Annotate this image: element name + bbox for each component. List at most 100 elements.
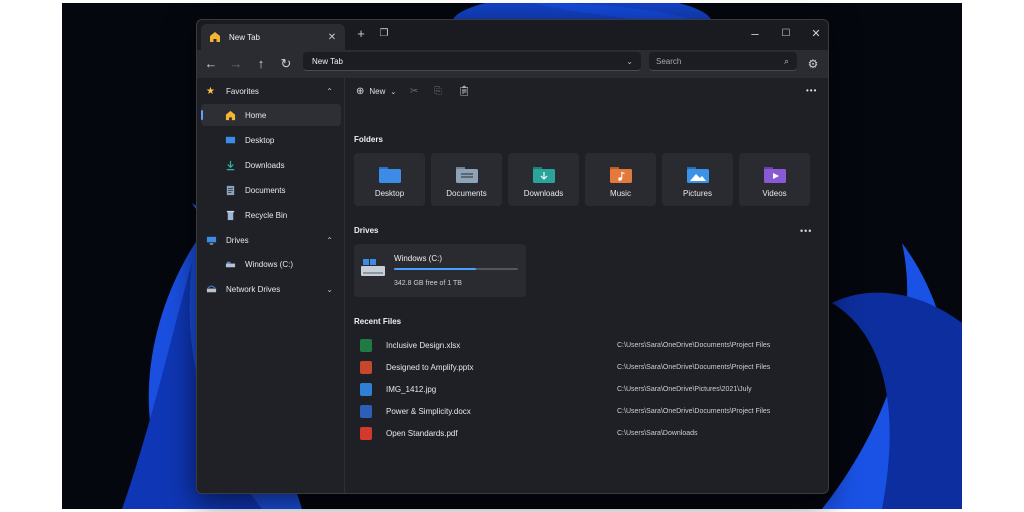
file-path: C:\Users\Sara\Downloads (617, 429, 698, 437)
recent-file-row[interactable]: Open Standards.pdf C:\Users\Sara\Downloa… (354, 423, 824, 443)
sidebar-item-windows-c[interactable]: Windows (C:) (201, 253, 341, 275)
sidebar-item-drives[interactable]: Drives ⌃ (201, 229, 341, 251)
folder-label: Music (610, 189, 631, 198)
refresh-button[interactable]: ↻ (278, 56, 294, 72)
sidebar-item-label: Documents (245, 185, 286, 195)
drives-heading: Drives (354, 226, 379, 235)
recycle-bin-icon (226, 210, 235, 220)
sidebar-item-recycle-bin[interactable]: Recycle Bin (201, 204, 341, 226)
folder-label: Pictures (683, 189, 712, 198)
file-name: Inclusive Design.xlsx (386, 340, 461, 350)
sidebar-item-network-drives[interactable]: Network Drives ⌄ (201, 278, 341, 300)
file-name: Open Standards.pdf (386, 428, 458, 438)
file-path: C:\Users\Sara\OneDrive\Documents\Project… (617, 341, 771, 349)
downloads-folder-icon (532, 167, 555, 183)
star-icon: ★ (206, 85, 215, 97)
chevron-down-icon[interactable]: ⌄ (626, 52, 633, 71)
pdf-file-icon (360, 426, 372, 440)
file-path: C:\Users\Sara\OneDrive\Pictures\2021\Jul… (617, 385, 752, 393)
up-button[interactable]: ↑ (253, 56, 269, 72)
sidebar: ★ Favorites ⌃ Home Desktop Downloads Doc… (197, 78, 345, 493)
forward-button[interactable]: → (228, 56, 244, 72)
sidebar-item-label: Network Drives (226, 284, 281, 294)
title-bar: New Tab ✕ + ❐ – ☐ ✕ (197, 20, 828, 50)
new-tab-button[interactable]: + (353, 26, 369, 42)
sidebar-item-label: Drives (226, 235, 249, 245)
folder-card-music[interactable]: Music (585, 153, 656, 206)
sidebar-item-label: Home (245, 110, 267, 120)
file-name: Designed to Amplify.pptx (386, 362, 474, 372)
folder-card-downloads[interactable]: Downloads (508, 153, 579, 206)
desktop-icon (225, 136, 236, 143)
tab-new-tab[interactable]: New Tab ✕ (201, 24, 345, 50)
sidebar-item-desktop[interactable]: Desktop (201, 129, 341, 151)
drive-icon (361, 259, 385, 276)
drive-name: Windows (C:) (394, 254, 443, 263)
gear-icon[interactable]: ⚙ (805, 56, 821, 72)
maximize-button[interactable]: ☐ (778, 26, 794, 42)
close-window-button[interactable]: ✕ (808, 26, 824, 42)
more-options-icon[interactable]: ••• (806, 86, 817, 95)
sidebar-item-home[interactable]: Home (201, 104, 341, 126)
sidebar-item-downloads[interactable]: Downloads (201, 154, 341, 176)
copy-icon[interactable]: ⎘ (434, 86, 442, 97)
recent-file-row[interactable]: Inclusive Design.xlsx C:\Users\Sara\OneD… (354, 335, 824, 355)
drive-free-space: 342.8 GB free of 1 TB (394, 280, 462, 287)
sidebar-item-label: Favorites (226, 86, 259, 96)
home-icon (210, 32, 220, 42)
minimize-button[interactable]: – (747, 26, 763, 42)
address-bar[interactable]: New Tab ⌄ (303, 52, 641, 71)
powerpoint-file-icon (360, 360, 372, 374)
recent-files-heading: Recent Files (354, 317, 402, 326)
sidebar-item-label: Windows (C:) (245, 259, 294, 269)
chevron-down-icon[interactable]: ⌄ (326, 285, 333, 294)
music-folder-icon (609, 167, 632, 183)
document-icon (226, 185, 235, 195)
address-text: New Tab (312, 57, 343, 66)
toolbar: ⊕ New ⌄ ✂ ⎘ 📋︎ ••• (346, 78, 828, 108)
back-button[interactable]: ← (203, 56, 219, 72)
sidebar-item-documents[interactable]: Documents (201, 179, 341, 201)
folder-card-documents[interactable]: Documents (431, 153, 502, 206)
search-input[interactable]: Search ⌕ (649, 52, 797, 71)
cut-icon[interactable]: ✂ (410, 86, 418, 97)
folder-card-desktop[interactable]: Desktop (354, 153, 425, 206)
tab-overview-icon[interactable]: ❐ (376, 26, 392, 42)
home-icon (225, 110, 236, 120)
videos-folder-icon (763, 167, 786, 183)
pictures-folder-icon (686, 167, 709, 183)
search-placeholder: Search (656, 57, 682, 66)
drive-icon (225, 261, 236, 267)
tab-title: New Tab (229, 32, 260, 42)
sidebar-item-favorites[interactable]: ★ Favorites ⌃ (201, 80, 341, 102)
folder-card-videos[interactable]: Videos (739, 153, 810, 206)
recent-file-row[interactable]: Designed to Amplify.pptx C:\Users\Sara\O… (354, 357, 824, 377)
main-content: ⊕ New ⌄ ✂ ⎘ 📋︎ ••• Folders Desktop Docum… (346, 78, 828, 493)
chevron-up-icon[interactable]: ⌃ (326, 87, 333, 96)
folder-label: Downloads (523, 189, 564, 198)
folders-heading: Folders (354, 135, 383, 144)
monitor-icon (206, 236, 217, 245)
drive-usage-bar (394, 268, 518, 270)
paste-icon[interactable]: 📋︎ (458, 86, 471, 97)
folder-card-pictures[interactable]: Pictures (662, 153, 733, 206)
recent-file-row[interactable]: IMG_1412.jpg C:\Users\Sara\OneDrive\Pict… (354, 379, 824, 399)
chevron-up-icon[interactable]: ⌃ (326, 236, 333, 245)
documents-folder-icon (455, 167, 478, 183)
new-button[interactable]: ⊕ New ⌄ (356, 86, 396, 97)
tab-close-icon[interactable]: ✕ (327, 32, 337, 43)
drives-more-options-icon[interactable]: ••• (800, 226, 812, 236)
image-file-icon (360, 382, 372, 396)
folder-label: Documents (446, 189, 487, 198)
folder-label: Videos (762, 189, 787, 198)
file-name: IMG_1412.jpg (386, 384, 437, 394)
excel-file-icon (360, 338, 372, 352)
network-drive-icon (206, 284, 217, 292)
add-circle-icon: ⊕ (356, 86, 365, 97)
file-explorer-window: New Tab ✕ + ❐ – ☐ ✕ ← → ↑ ↻ New Tab ⌄ Se… (196, 19, 829, 494)
chevron-down-icon: ⌄ (390, 88, 397, 96)
recent-file-row[interactable]: Power & Simplicity.docx C:\Users\Sara\On… (354, 401, 824, 421)
file-path: C:\Users\Sara\OneDrive\Documents\Project… (617, 363, 771, 371)
drive-card-windows-c[interactable]: Windows (C:) 342.8 GB free of 1 TB (354, 244, 526, 297)
sidebar-item-label: Downloads (245, 160, 285, 170)
